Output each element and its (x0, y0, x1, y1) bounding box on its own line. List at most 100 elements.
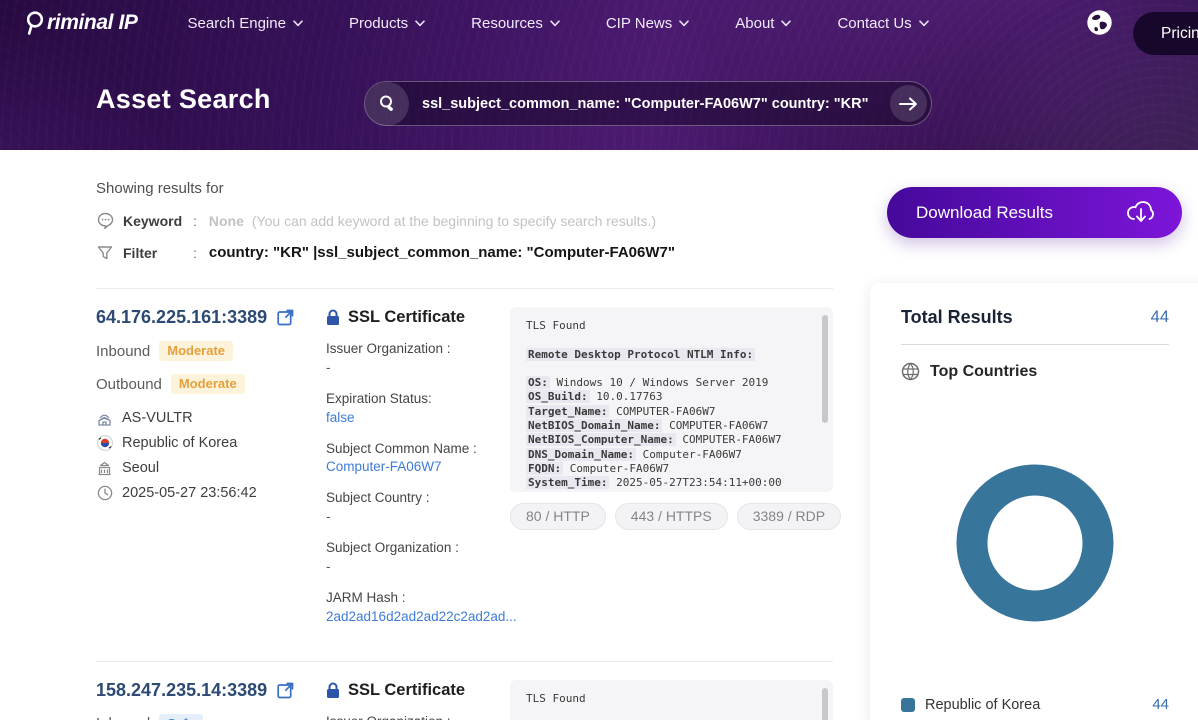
ssl-field-value[interactable]: false (326, 409, 510, 428)
timestamp-row: 2025-05-27 23:56:42 (96, 485, 326, 501)
port-badge: 443 / HTTPS (615, 503, 728, 530)
banner-scrollbar-thumb[interactable] (822, 688, 828, 720)
nav-menu-item[interactable]: Contact Us (837, 15, 928, 32)
banner-text: Computer-FA06W7 (563, 462, 669, 475)
city-row: Seoul (96, 460, 326, 476)
chart-legend: Republic of Korea 44 (901, 696, 1198, 713)
banner-key: Target_Name: (526, 405, 609, 418)
search-input[interactable]: ssl_subject_common_name: "Computer-FA06W… (422, 96, 868, 112)
ssl-field-value[interactable]: Computer-FA06W7 (326, 458, 510, 477)
banner-text: Windows 10 / Windows Server 2019 (550, 376, 769, 389)
ssl-field: JARM Hash : 2ad2ad16d2ad2ad22c2ad2ad... (326, 589, 510, 627)
outbound-label: Outbound (96, 376, 162, 393)
banner-text: COMPUTER-FA06W7 (676, 433, 782, 446)
legend-item: Republic of Korea 44 (901, 696, 1169, 713)
page-title: Asset Search (96, 84, 271, 115)
service-banner-output[interactable]: TLS Found Remote Desktop Protocol NTLM I… (510, 680, 833, 720)
banner-key: DNS_Domain_Name: (526, 448, 636, 461)
asn-row: AS-VULTR (96, 410, 326, 426)
pricing-label: Pricing (1161, 25, 1198, 43)
page: riminal IP Search Engine Products Resour… (0, 0, 1198, 720)
donut-segment-republic-of-korea[interactable] (972, 480, 1098, 606)
nav-item-label: Resources (471, 15, 543, 32)
banner-text: TLS Found (526, 319, 586, 332)
ssl-field-label: Subject Organization : (326, 539, 510, 558)
result-card: 158.247.235.14:3389 Inbound Safe Outboun… (96, 661, 833, 720)
banner-line (526, 362, 813, 376)
ssl-field: Subject Common Name : Computer-FA06W7 (326, 440, 510, 478)
external-link-icon[interactable] (277, 682, 294, 699)
banner-line: TLS Found (526, 319, 813, 333)
legend-value: 44 (1152, 696, 1169, 713)
pricing-button[interactable]: Pricing (1133, 12, 1198, 55)
host-info-column: 158.247.235.14:3389 Inbound Safe Outboun… (96, 680, 326, 720)
banner-line: FQDN: Computer-FA06W7 (526, 462, 813, 476)
criminal-ip-logo[interactable]: riminal IP (24, 10, 138, 36)
nav-menu: Search Engine Products Resources CIP New… (188, 15, 929, 32)
lock-icon (326, 309, 340, 326)
banner-line: OS_Build: 10.0.17763 (526, 390, 813, 404)
banner-line: NetBIOS_Computer_Name: COMPUTER-FA06W7 (526, 433, 813, 447)
ssl-field-value: - (326, 359, 510, 378)
outbound-score-row: Outbound Moderate (96, 374, 326, 394)
ssl-field-value: - (326, 558, 510, 577)
showing-results-label: Showing results for (96, 180, 833, 197)
ssl-field-label: Issuer Organization : (326, 713, 510, 720)
country-row: Republic of Korea (96, 435, 326, 451)
top-nav: riminal IP Search Engine Products Resour… (0, 0, 1198, 46)
lock-icon (326, 682, 340, 699)
ssl-certificate-column: SSL Certificate Issuer Organization : - … (326, 680, 510, 720)
search-submit-arrow-icon[interactable] (890, 85, 927, 122)
inbound-label: Inbound (96, 715, 150, 720)
logo-text: riminal IP (47, 11, 138, 35)
ip-address-link[interactable]: 64.176.225.161:3389 (96, 307, 267, 328)
banner-column: TLS Found Remote Desktop Protocol NTLM I… (510, 307, 833, 639)
colon: : (193, 245, 197, 261)
ip-address-link[interactable]: 158.247.235.14:3389 (96, 680, 267, 701)
keyword-row: Keyword : None (You can add keyword at t… (96, 212, 833, 229)
banner-key: OS: (526, 376, 550, 389)
banner-line: System_Time: 2025-05-27T23:54:11+00:00 (526, 476, 813, 490)
nav-menu-item[interactable]: Resources (471, 15, 560, 32)
external-link-icon[interactable] (277, 309, 294, 326)
banner-line: Remote Desktop Protocol NTLM Info: (526, 348, 813, 362)
nav-menu-item[interactable]: About (735, 15, 791, 32)
host-info-column: 64.176.225.161:3389 Inbound Moderate Out… (96, 307, 326, 639)
ssl-field-label: Expiration Status: (326, 390, 510, 409)
site-header: riminal IP Search Engine Products Resour… (0, 0, 1198, 150)
banner-line: TLS Found (526, 692, 813, 706)
search-icon[interactable] (365, 82, 409, 126)
country-value: Republic of Korea (122, 435, 237, 451)
banner-text: TLS Found (526, 692, 586, 705)
banner-line (526, 706, 813, 720)
port-badge: 80 / HTTP (510, 503, 606, 530)
building-icon (96, 461, 113, 476)
nav-menu-item[interactable]: Products (349, 15, 425, 32)
chevron-down-icon (919, 20, 929, 27)
ssl-field: Subject Country : - (326, 489, 510, 527)
ssl-field-label: JARM Hash : (326, 589, 510, 608)
nav-menu-item[interactable]: CIP News (606, 15, 689, 32)
banner-key: FQDN: (526, 462, 563, 475)
keyword-label: Keyword (123, 213, 185, 229)
chevron-down-icon (293, 20, 303, 27)
banner-text: 2025-05-27T23:54:11+00:00 (609, 476, 781, 489)
service-banner-output[interactable]: TLS Found Remote Desktop Protocol NTLM I… (510, 307, 833, 492)
ssl-field-value[interactable]: 2ad2ad16d2ad2ad22c2ad2ad... (326, 608, 510, 627)
asn-value: AS-VULTR (122, 410, 193, 426)
asset-search-bar[interactable]: ssl_subject_common_name: "Computer-FA06W… (364, 81, 932, 126)
banner-scrollbar-thumb[interactable] (822, 315, 828, 423)
language-globe-icon[interactable] (1086, 9, 1113, 36)
city-value: Seoul (122, 460, 159, 476)
chevron-down-icon (415, 20, 425, 27)
banner-key: System_Time: (526, 476, 609, 489)
clock-icon (96, 485, 113, 501)
chevron-down-icon (781, 20, 791, 27)
legend-label: Republic of Korea (925, 697, 1040, 713)
nav-item-label: About (735, 15, 774, 32)
ssl-field: Expiration Status: false (326, 390, 510, 428)
filter-label: Filter (123, 245, 185, 261)
download-results-button[interactable]: Download Results (887, 187, 1182, 238)
nav-menu-item[interactable]: Search Engine (188, 15, 303, 32)
banner-key: OS_Build: (526, 390, 590, 403)
